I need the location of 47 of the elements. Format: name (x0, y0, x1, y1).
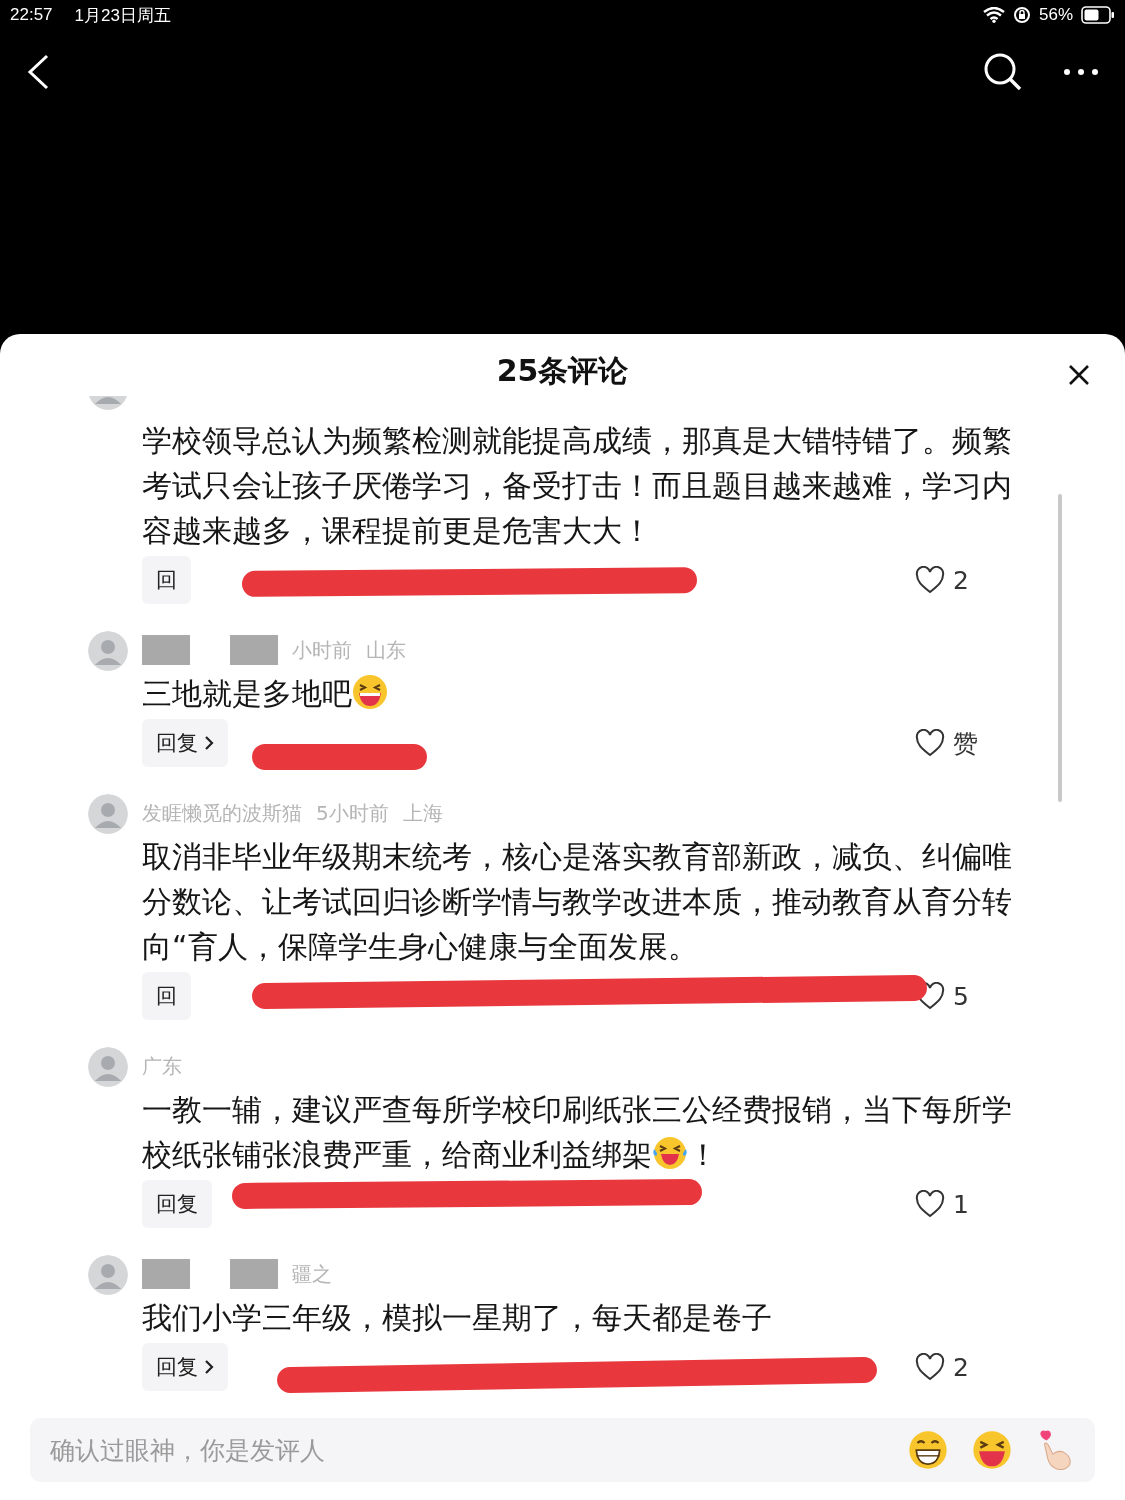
battery-icon (1081, 6, 1115, 24)
comment-meta: 疆之 (292, 1260, 332, 1288)
comment-meta: 发睚懒觅的波斯猫 (142, 799, 302, 827)
comment-input[interactable]: 确认过眼神，你是发评人 (48, 1417, 885, 1483)
comment-meta: 山东 (366, 636, 406, 664)
redaction-block (230, 1259, 278, 1289)
sheet-title: 25条评论 (496, 351, 629, 390)
comment-input-box[interactable]: 确认过眼神，你是发评人 (30, 1418, 1095, 1482)
heart-icon[interactable] (915, 729, 945, 757)
reply-button[interactable]: 回复 (142, 719, 228, 767)
grinning-emoji-icon[interactable] (907, 1429, 949, 1471)
reply-button[interactable]: 回 (142, 972, 191, 1020)
laughing-emoji-icon (352, 674, 388, 710)
like-count: 赞 (953, 727, 978, 760)
reply-button[interactable]: 回复 (142, 1180, 212, 1228)
crying-laughing-emoji-icon (652, 1135, 688, 1171)
redaction-block (230, 635, 278, 665)
like-count: 2 (953, 565, 969, 595)
heart-icon[interactable] (915, 1190, 945, 1218)
comment-text: 三地就是多地吧 (142, 676, 352, 711)
comment-meta: 广东 (142, 1052, 182, 1080)
rotation-lock-icon (1012, 6, 1031, 24)
comment-meta: 小时前 (292, 636, 352, 664)
reply-button[interactable]: 回复 (142, 1343, 228, 1391)
comment-meta: 5小时前 (316, 799, 389, 827)
comment-text: 校纸张铺张浪费严重，给商业利益绑架 (142, 1137, 652, 1172)
like-count: 5 (953, 981, 969, 1011)
comment-meta: 上海 (402, 799, 443, 827)
comment-text: 取消非毕业年级期末统考，核心是落实教育部新政，减负、纠偏唯分数论、让考试回归诊断学情与教学改进本质，推动教育从育分转向“育人，保障学生身心健康与全面发展。 (142, 839, 1012, 964)
status-date: 1月23日周五 (74, 4, 171, 27)
like-count: 2 (953, 1352, 969, 1382)
close-icon[interactable] (1068, 364, 1090, 386)
comment-text: ！ (688, 1137, 718, 1172)
laughing-emoji-icon[interactable] (971, 1429, 1013, 1471)
reply-button[interactable]: 回 (142, 556, 191, 604)
comment-text: 一教一辅，建议严查每所学校印刷纸张三公经费报销，当下每所学 (142, 1092, 1012, 1127)
status-time: 22:57 (10, 5, 53, 25)
search-icon[interactable] (983, 52, 1023, 92)
heart-icon[interactable] (915, 566, 945, 594)
like-count: 1 (953, 1189, 969, 1219)
comment-text: 我们小学三年级，模拟一星期了，每天都是卷子 (142, 1300, 772, 1335)
battery-level: 56% (1038, 5, 1073, 25)
heart-icon[interactable] (915, 1353, 945, 1381)
more-icon[interactable] (1063, 68, 1099, 76)
wifi-icon (982, 7, 1005, 23)
comment-text: 学校领导总认为频繁检测就能提高成绩，那真是大错特错了。频繁考试只会让孩子厌倦学习，备受打击！而且题目越来越难，学习内容越来越多，课程提前更是危害大大！ (142, 423, 1012, 548)
back-icon[interactable] (26, 54, 50, 90)
